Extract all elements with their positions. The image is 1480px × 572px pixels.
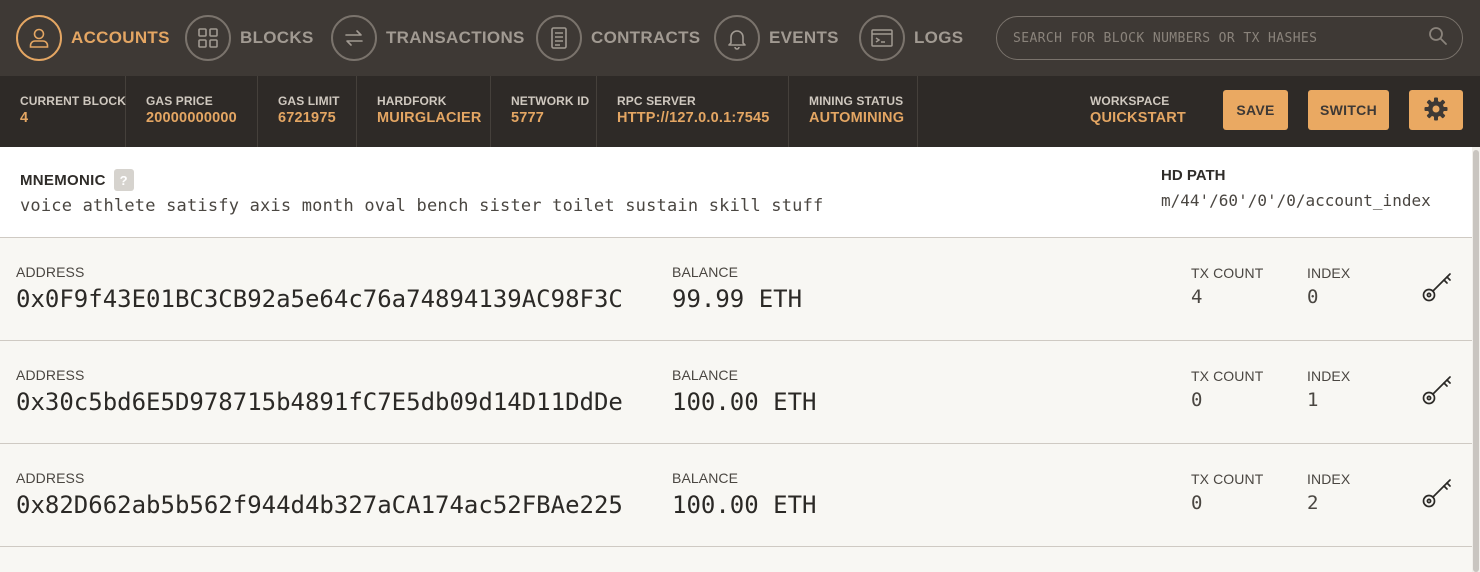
search-icon[interactable] <box>1428 26 1448 51</box>
rpc-server-stat: RPC SERVER HTTP://127.0.0.1:7545 <box>597 76 789 147</box>
account-balance: 100.00 ETH <box>672 491 817 519</box>
current-block-label: CURRENT BLOCK <box>20 94 126 108</box>
mnemonic-words: voice athlete satisfy axis month oval be… <box>20 196 824 216</box>
nav-events-label: EVENTS <box>769 28 839 47</box>
network-id-value: 5777 <box>511 110 545 126</box>
tx-count-label: TX COUNT <box>1191 471 1264 487</box>
mining-status-value: AUTOMINING <box>809 110 905 126</box>
mnemonic-label: MNEMONIC <box>20 171 106 189</box>
nav-transactions-label: TRANSACTIONS <box>386 28 525 47</box>
account-index: 2 <box>1307 492 1319 514</box>
status-bar: CURRENT BLOCK 4 GAS PRICE 20000000000 GA… <box>0 76 1480 147</box>
address-label: ADDRESS <box>16 470 85 486</box>
search-input[interactable] <box>1013 30 1428 46</box>
gas-price-value: 20000000000 <box>146 110 237 126</box>
rpc-server-value: HTTP://127.0.0.1:7545 <box>617 110 770 126</box>
top-navigation: ACCOUNTS BLOCKS TRANSACTIONS CONTRACTS E… <box>0 0 1480 76</box>
tx-count-label: TX COUNT <box>1191 265 1264 281</box>
address-label: ADDRESS <box>16 367 85 383</box>
account-index: 1 <box>1307 389 1319 411</box>
account-tx-count: 4 <box>1191 286 1203 308</box>
search-bar[interactable] <box>996 16 1463 60</box>
nav-accounts-label: ACCOUNTS <box>71 28 170 47</box>
account-address: 0x30c5bd6E5D978715b4891fC7E5db09d14D11Dd… <box>16 388 623 416</box>
scrollbar[interactable] <box>1472 147 1480 572</box>
current-block-stat: CURRENT BLOCK 4 <box>0 76 126 147</box>
address-label: ADDRESS <box>16 264 85 280</box>
transfer-arrows-icon <box>331 15 377 61</box>
account-index: 0 <box>1307 286 1319 308</box>
nav-contracts-label: CONTRACTS <box>591 28 701 47</box>
key-icon[interactable] <box>1420 371 1456 407</box>
settings-button[interactable] <box>1409 90 1463 130</box>
mnemonic-panel: MNEMONIC ? voice athlete satisfy axis mo… <box>0 147 1472 238</box>
index-label: INDEX <box>1307 265 1351 281</box>
workspace-stat: WORKSPACE QUICKSTART <box>1070 76 1200 147</box>
hd-path-value: m/44'/60'/0'/0/account_index <box>1161 191 1431 210</box>
nav-transactions[interactable]: TRANSACTIONS <box>331 15 525 61</box>
tx-count-label: TX COUNT <box>1191 368 1264 384</box>
gas-limit-stat: GAS LIMIT 6721975 <box>258 76 357 147</box>
scrollbar-thumb[interactable] <box>1473 150 1479 572</box>
current-block-value: 4 <box>20 110 29 126</box>
mnemonic-heading: MNEMONIC ? <box>20 169 134 191</box>
nav-blocks-label: BLOCKS <box>240 28 314 47</box>
help-icon[interactable]: ? <box>113 169 134 191</box>
gas-limit-value: 6721975 <box>278 110 336 126</box>
account-row: ADDRESS 0x82D662ab5b562f944d4b327aCA174a… <box>0 444 1472 547</box>
user-icon <box>16 15 62 61</box>
account-row: ADDRESS 0x0F9f43E01BC3CB92a5e64c76a74894… <box>0 238 1472 341</box>
document-icon <box>536 15 582 61</box>
index-label: INDEX <box>1307 368 1351 384</box>
mining-status-stat: MINING STATUS AUTOMINING <box>789 76 918 147</box>
nav-logs-label: LOGS <box>914 28 964 47</box>
accounts-list: ADDRESS 0x0F9f43E01BC3CB92a5e64c76a74894… <box>0 238 1472 547</box>
account-balance: 100.00 ETH <box>672 388 817 416</box>
balance-label: BALANCE <box>672 264 739 280</box>
nav-blocks[interactable]: BLOCKS <box>185 15 314 61</box>
key-icon[interactable] <box>1420 268 1456 304</box>
rpc-server-label: RPC SERVER <box>617 94 696 108</box>
hd-path-label: HD PATH <box>1161 167 1226 184</box>
gas-limit-label: GAS LIMIT <box>278 94 340 108</box>
account-address: 0x82D662ab5b562f944d4b327aCA174ac52FBAe2… <box>16 491 623 519</box>
hardfork-value: MUIRGLACIER <box>377 110 482 126</box>
blocks-grid-icon <box>185 15 231 61</box>
account-tx-count: 0 <box>1191 492 1203 514</box>
account-address: 0x0F9f43E01BC3CB92a5e64c76a74894139AC98F… <box>16 285 623 313</box>
gas-price-stat: GAS PRICE 20000000000 <box>126 76 258 147</box>
network-id-label: NETWORK ID <box>511 94 590 108</box>
hardfork-stat: HARDFORK MUIRGLACIER <box>357 76 491 147</box>
bell-icon <box>714 15 760 61</box>
workspace-label: WORKSPACE <box>1090 94 1170 108</box>
nav-logs[interactable]: LOGS <box>859 15 963 61</box>
terminal-icon <box>859 15 905 61</box>
key-icon[interactable] <box>1420 474 1456 510</box>
nav-events[interactable]: EVENTS <box>714 15 839 61</box>
save-button[interactable]: SAVE <box>1223 90 1288 130</box>
account-tx-count: 0 <box>1191 389 1203 411</box>
workspace-value: QUICKSTART <box>1090 110 1186 126</box>
gas-price-label: GAS PRICE <box>146 94 213 108</box>
nav-accounts[interactable]: ACCOUNTS <box>16 15 170 61</box>
hardfork-label: HARDFORK <box>377 94 447 108</box>
nav-contracts[interactable]: CONTRACTS <box>536 15 700 61</box>
account-row: ADDRESS 0x30c5bd6E5D978715b4891fC7E5db09… <box>0 341 1472 444</box>
balance-label: BALANCE <box>672 470 739 486</box>
gear-icon <box>1423 96 1449 125</box>
balance-label: BALANCE <box>672 367 739 383</box>
account-balance: 99.99 ETH <box>672 285 803 313</box>
network-id-stat: NETWORK ID 5777 <box>491 76 597 147</box>
switch-button[interactable]: SWITCH <box>1308 90 1389 130</box>
index-label: INDEX <box>1307 471 1351 487</box>
mining-status-label: MINING STATUS <box>809 94 904 108</box>
